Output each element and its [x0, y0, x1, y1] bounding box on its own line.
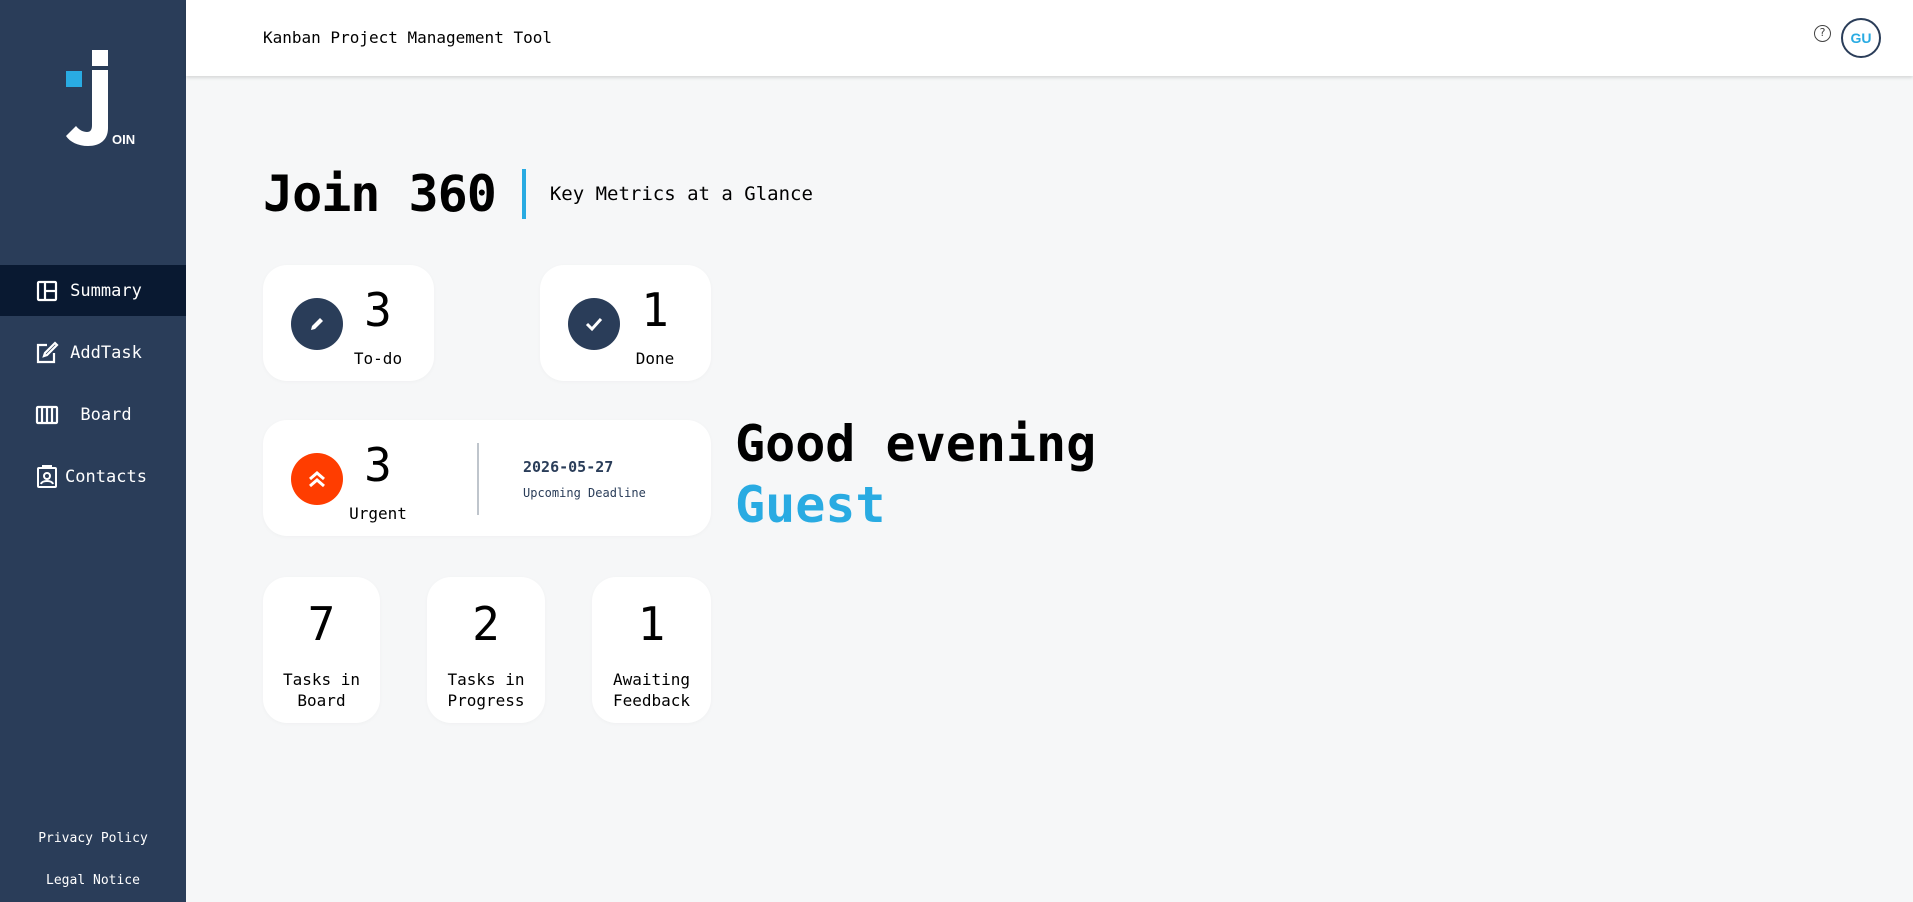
awaiting-feedback-label: Awaiting Feedback — [592, 669, 711, 711]
sidebar-footer: Privacy Policy Legal Notice — [0, 804, 186, 888]
label-line: Awaiting — [612, 670, 691, 689]
tasks-in-progress-label: Tasks in Progress — [427, 669, 545, 711]
sidebar-item-label: AddTask — [70, 342, 142, 363]
label-line: Board — [297, 691, 346, 710]
sidebar-item-label: Contacts — [65, 466, 147, 487]
title-divider — [521, 169, 526, 219]
tasks-in-progress-card[interactable]: 2 Tasks in Progress — [427, 577, 545, 723]
logo-text: OIN — [112, 132, 135, 147]
checkmark-icon — [568, 298, 620, 350]
tasks-in-board-card[interactable]: 7 Tasks in Board — [263, 577, 380, 723]
todo-card[interactable]: 3 To-do — [263, 265, 434, 381]
todo-label: To-do — [353, 349, 403, 368]
urgent-label: Urgent — [349, 504, 407, 523]
tasks-in-progress-count: 2 — [472, 597, 500, 651]
done-label: Done — [635, 349, 675, 368]
greeting-text: Good evening — [735, 415, 1097, 473]
deadline-label: Upcoming Deadline — [523, 486, 646, 500]
pencil-icon — [291, 298, 343, 350]
label-line: Tasks in — [447, 670, 525, 689]
page-heading: Join 360 Key Metrics at a Glance — [263, 165, 813, 223]
urgent-count: 3 — [364, 438, 392, 492]
page-title: Join 360 — [263, 165, 497, 223]
todo-count: 3 — [364, 283, 392, 337]
top-header: Kanban Project Management Tool ? GU — [186, 0, 1913, 76]
label-line: Tasks in — [282, 670, 361, 689]
join-logo[interactable]: OIN — [50, 48, 140, 148]
legal-notice-link[interactable]: Legal Notice — [0, 873, 186, 888]
sidebar-nav: Summary AddTask Board Contacts — [0, 265, 186, 513]
app-title: Kanban Project Management Tool — [263, 28, 552, 47]
urgent-card[interactable]: 3 Urgent 2026-05-27 Upcoming Deadline — [263, 420, 711, 536]
contacts-icon — [34, 464, 60, 490]
user-avatar[interactable]: GU — [1841, 18, 1881, 58]
done-card[interactable]: 1 Done — [540, 265, 711, 381]
deadline-divider — [477, 443, 479, 515]
awaiting-feedback-card[interactable]: 1 Awaiting Feedback — [592, 577, 711, 723]
sidebar-item-label: Summary — [70, 280, 142, 301]
deadline-date: 2026-05-27 — [523, 458, 614, 476]
help-icon[interactable]: ? — [1814, 25, 1831, 42]
sidebar-item-label: Board — [80, 404, 132, 425]
sidebar-item-summary[interactable]: Summary — [0, 265, 186, 316]
sidebar-item-contacts[interactable]: Contacts — [0, 451, 186, 502]
greeting-user-name: Guest — [735, 476, 886, 534]
tasks-in-board-count: 7 — [307, 597, 336, 651]
label-line: Feedback — [612, 691, 691, 710]
awaiting-feedback-count: 1 — [637, 597, 666, 651]
sidebar-item-addtask[interactable]: AddTask — [0, 327, 186, 378]
tasks-in-board-label: Tasks in Board — [263, 669, 380, 711]
summary-icon — [34, 278, 60, 304]
add-task-icon — [34, 340, 60, 366]
double-chevron-up-icon — [291, 453, 343, 505]
sidebar-item-board[interactable]: Board — [0, 389, 186, 440]
greeting: Good evening Guest — [735, 414, 1096, 536]
sidebar: OIN Summary AddTask Board Contacts Priva… — [0, 0, 186, 902]
board-icon — [34, 402, 60, 428]
done-count: 1 — [641, 283, 669, 337]
label-line: Progress — [447, 691, 525, 710]
privacy-policy-link[interactable]: Privacy Policy — [0, 831, 186, 846]
page-subtitle: Key Metrics at a Glance — [549, 183, 813, 205]
